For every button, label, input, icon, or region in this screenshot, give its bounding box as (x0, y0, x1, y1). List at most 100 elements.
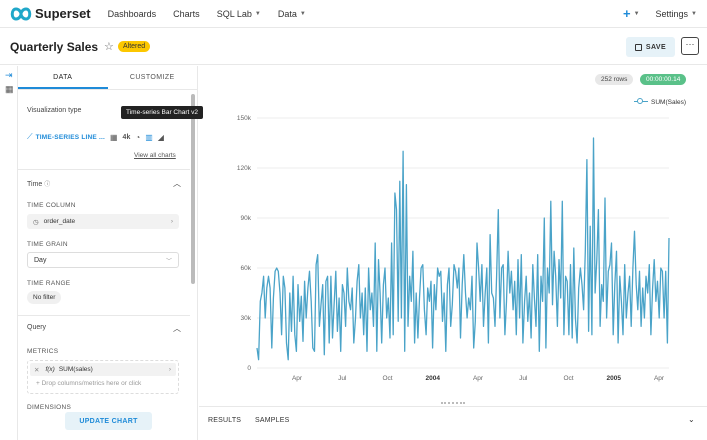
line-chart[interactable]: 0 30k 60k 90k 120k 150k Apr Jul Oct 2004 Apr Jul Oct… (199, 106, 707, 406)
pie-chart-icon[interactable]: ◔ (135, 133, 140, 142)
save-label: SAVE (645, 43, 667, 51)
y-tick-label: 150k (237, 115, 252, 122)
function-icon: f(x) (45, 366, 55, 373)
time-column-value: order_date (43, 218, 76, 225)
time-section-label: Time (27, 181, 43, 188)
nav-dashboards-label: Dashboards (107, 8, 157, 19)
nav-sql-lab-label: SQL Lab (216, 8, 252, 19)
settings-menu[interactable]: Settings ▼ (656, 9, 697, 19)
tab-customize[interactable]: CUSTOMIZE (108, 66, 198, 89)
legend-label: SUM(Sales) (651, 98, 687, 106)
time-range-label: TIME RANGE (27, 280, 71, 287)
y-tick-label: 30k (241, 315, 252, 322)
row-count-badge: 252 rows (595, 74, 634, 85)
nav-charts-label: Charts (173, 8, 200, 19)
chevron-down-icon: ▼ (299, 10, 306, 17)
nav-data[interactable]: Data ▼ (278, 9, 306, 19)
time-range-pill[interactable]: No filter (27, 291, 62, 304)
chart-legend[interactable]: SUM(Sales) (634, 98, 686, 106)
big-number-icon[interactable]: 4k (123, 134, 131, 141)
panel-scrollbar[interactable] (191, 94, 195, 284)
time-section-title[interactable]: Time ⓘ (27, 179, 50, 188)
control-panel: DATA CUSTOMIZE Visualization type ⟋ TIME… (18, 66, 198, 440)
save-button[interactable]: SAVE (626, 37, 675, 57)
series-line-sum-sales[interactable] (256, 137, 670, 361)
x-tick-label: Jul (338, 375, 347, 382)
nav-data-label: Data (277, 8, 297, 19)
brand-name: Superset (35, 6, 91, 21)
time-grain-select[interactable]: Day ﹀ (27, 252, 179, 268)
chart-header: Quarterly Sales ☆ Altered SAVE ··· (0, 29, 707, 65)
x-tick-label: Apr (292, 375, 303, 382)
x-tick-label: 2005 (607, 375, 622, 382)
table-chart-icon[interactable]: ▦ (110, 133, 118, 142)
time-grain-value: Day (34, 256, 47, 264)
nav-dashboards[interactable]: Dashboards (108, 9, 157, 19)
x-tick-label: Oct (382, 375, 392, 382)
metrics-dropzone[interactable]: ✕ f(x) SUM(sales) › + Drop columns/metri… (27, 360, 179, 394)
nav-charts[interactable]: Charts (173, 9, 200, 19)
more-actions-button[interactable]: ··· (681, 37, 699, 55)
chevron-up-icon[interactable]: ︿ (173, 323, 181, 334)
y-tick-label: 90k (241, 215, 252, 222)
chevron-down-icon[interactable]: ⌄ (688, 415, 695, 424)
info-icon: ⓘ (44, 182, 51, 188)
bar-chart-icon[interactable]: ▥ (145, 133, 153, 142)
dimensions-label: DIMENSIONS (27, 404, 72, 411)
resize-handle[interactable] (441, 402, 465, 404)
data-pane: RESULTS SAMPLES ⌄ (199, 406, 707, 440)
plus-icon: + (622, 6, 631, 21)
x-tick-label: 2004 (426, 375, 441, 382)
divider (18, 315, 190, 316)
view-all-charts-link[interactable]: View all charts (134, 152, 176, 159)
time-column-field[interactable]: ◷ order_date › (27, 214, 179, 229)
top-navbar: Superset Dashboards Charts SQL Lab ▼ Data… (0, 0, 707, 28)
new-item-menu[interactable]: + ▼ (623, 6, 640, 21)
chevron-down-icon: ▼ (254, 10, 261, 17)
x-tick-label: Apr (654, 375, 665, 382)
y-tick-label: 120k (237, 165, 252, 172)
chevron-right-icon: › (170, 218, 173, 225)
y-tick-label: 0 (247, 365, 251, 372)
chevron-up-icon[interactable]: ︿ (173, 178, 181, 189)
drop-hint-text: Drop columns/metrics here or click (41, 380, 142, 387)
chevron-down-icon: ﹀ (165, 258, 172, 265)
update-chart-button[interactable]: UPDATE CHART (65, 412, 152, 430)
area-chart-icon[interactable]: ◢ (158, 133, 164, 142)
metrics-label: METRICS (27, 348, 59, 355)
time-column-label: TIME COLUMN (27, 202, 76, 209)
altered-badge[interactable]: Altered (118, 41, 151, 52)
clock-icon: ◷ (33, 218, 39, 226)
tab-samples[interactable]: SAMPLES (255, 417, 289, 424)
metric-chip[interactable]: ✕ f(x) SUM(sales) › (30, 363, 176, 376)
nav-sql-lab[interactable]: SQL Lab ▼ (217, 9, 261, 19)
metric-value: SUM(sales) (58, 366, 93, 373)
chart-area: 252 rows 00:00:00.14 SUM(Sales) 0 30k 60k 9… (199, 66, 707, 440)
x-tick-label: Jul (519, 375, 528, 382)
brand-logo[interactable]: Superset (10, 6, 91, 21)
query-section-title[interactable]: Query (27, 324, 46, 331)
line-chart-icon: ⟋ (27, 132, 33, 141)
viz-type-value: TIME-SERIES LINE ... (35, 133, 105, 141)
left-rail: ⇥ ▦ (0, 66, 18, 440)
x-tick-label: Apr (473, 375, 484, 382)
viz-type-label: Visualization type (27, 107, 82, 114)
save-icon (634, 43, 642, 51)
y-tick-label: 60k (241, 265, 252, 272)
expand-panel-icon[interactable]: ⇥ (5, 70, 13, 81)
chart-title[interactable]: Quarterly Sales (10, 40, 98, 54)
favorite-star-icon[interactable]: ☆ (104, 40, 114, 53)
table-icon[interactable]: ▦ (5, 84, 14, 95)
query-time-badge: 00:00:00.14 (640, 74, 687, 85)
x-tick-label: Oct (563, 375, 573, 382)
chevron-down-icon: ▼ (633, 10, 640, 17)
drop-hint[interactable]: + Drop columns/metrics here or click (36, 380, 141, 387)
legend-marker (634, 98, 648, 106)
viz-tooltip: Time-series Bar Chart v2 (121, 106, 203, 119)
time-grain-label: TIME GRAIN (27, 241, 68, 248)
remove-icon[interactable]: ✕ (34, 366, 39, 374)
tab-data[interactable]: DATA (18, 66, 108, 89)
tab-results[interactable]: RESULTS (208, 417, 241, 424)
settings-label: Settings (655, 8, 689, 19)
viz-type-selector[interactable]: ⟋ TIME-SERIES LINE ... ▦ 4k ◔ ▥ ◢ (27, 130, 189, 144)
